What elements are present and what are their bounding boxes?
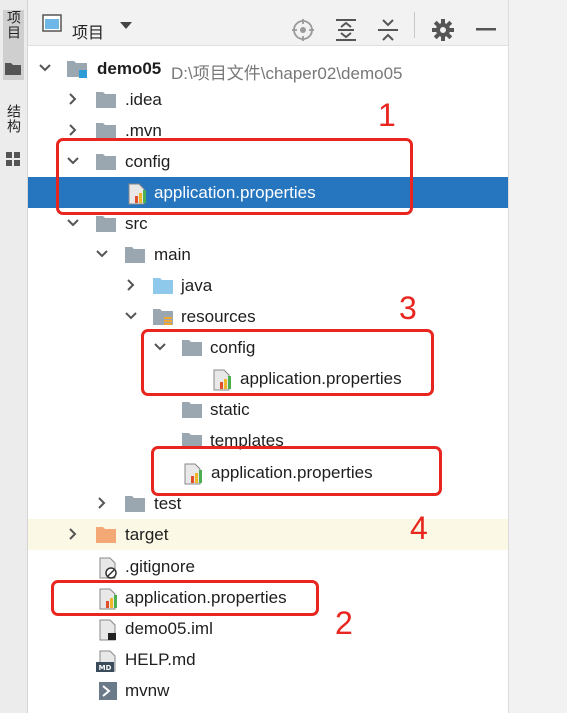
window-icon[interactable]: [42, 14, 62, 32]
source-folder-icon: [153, 278, 173, 294]
chevron-right-icon[interactable]: [66, 123, 80, 137]
folder-icon: [125, 247, 145, 263]
shell-script-icon: [99, 682, 117, 700]
project-tab-label: 项目: [6, 10, 22, 40]
module-folder-icon: [67, 61, 87, 78]
resources-folder-icon: [153, 309, 173, 325]
annotation-number-4: 4: [410, 510, 428, 546]
structure-tab-label: 结构: [6, 104, 22, 134]
tree-row[interactable]: MD HELP.md: [28, 644, 508, 675]
tree-item-label: java: [181, 276, 213, 295]
folder-icon: [96, 92, 116, 108]
dropdown-icon[interactable]: [120, 22, 132, 30]
chevron-down-icon[interactable]: [66, 216, 80, 230]
structure-tool-tab[interactable]: 结构: [3, 104, 24, 174]
tree-item-label: static: [210, 400, 250, 419]
tree-row[interactable]: target: [28, 519, 508, 550]
tree-item-label: .idea: [125, 90, 162, 109]
tree-row[interactable]: resources: [28, 301, 508, 332]
folder-icon: [125, 496, 145, 512]
tree-item-label: test: [154, 494, 182, 513]
tree-row[interactable]: .idea: [28, 84, 508, 115]
chevron-down-icon[interactable]: [124, 309, 138, 323]
tree-item-label: src: [125, 214, 148, 233]
collapse-all-icon[interactable]: [378, 19, 398, 41]
markdown-file-icon: MD: [96, 650, 116, 672]
chevron-right-icon[interactable]: [124, 278, 138, 292]
locate-icon[interactable]: [292, 19, 314, 41]
tree-row[interactable]: main: [28, 239, 508, 270]
annotation-box-2: [51, 580, 319, 616]
folder-icon: [96, 216, 116, 232]
tree-row[interactable]: java: [28, 270, 508, 301]
tree-row[interactable]: .gitignore: [28, 551, 508, 582]
tree-item-label: .gitignore: [125, 557, 195, 576]
chevron-down-icon[interactable]: [95, 247, 109, 261]
excluded-folder-icon: [96, 527, 116, 543]
structure-icon: [6, 152, 20, 166]
annotation-number-3: 3: [399, 290, 417, 326]
tree-row[interactable]: demo05.iml: [28, 613, 508, 644]
tree-item-label: HELP.md: [125, 650, 196, 669]
iml-file-icon: [99, 619, 116, 641]
folder-icon: [182, 402, 202, 418]
project-toolbar: 项目: [28, 0, 508, 46]
annotation-box-1: [56, 138, 413, 215]
ignore-file-icon: [99, 557, 117, 579]
tree-row-root[interactable]: demo05 D:\项目文件\chaper02\demo05: [28, 53, 508, 84]
folder-icon: [5, 63, 21, 75]
root-name: demo05: [97, 59, 162, 78]
toolbar-divider: [414, 12, 415, 38]
tree-item-label: resources: [181, 307, 256, 326]
expand-all-icon[interactable]: [336, 19, 356, 41]
root-path: D:\项目文件\chaper02\demo05: [171, 64, 403, 83]
tree-item-label: main: [154, 245, 191, 264]
project-tool-tab[interactable]: 项目: [3, 10, 24, 80]
tree-item-label: demo05.iml: [125, 619, 213, 638]
svg-text:MD: MD: [99, 664, 112, 672]
chevron-down-icon[interactable]: [38, 61, 52, 75]
tree-row[interactable]: mvnw: [28, 675, 508, 706]
tree-row[interactable]: static: [28, 394, 508, 425]
annotation-number-2: 2: [335, 605, 353, 641]
chevron-right-icon[interactable]: [95, 496, 109, 510]
tree-item-label: mvnw: [125, 681, 170, 700]
chevron-right-icon[interactable]: [66, 92, 80, 106]
minimize-icon[interactable]: [476, 28, 496, 32]
toolbar-title: 项目: [72, 25, 105, 42]
annotation-box-3: [141, 329, 434, 396]
tree-item-label: target: [125, 525, 169, 544]
chevron-right-icon[interactable]: [66, 527, 80, 541]
gear-icon[interactable]: [432, 19, 454, 41]
annotation-number-1: 1: [378, 97, 396, 133]
right-gutter: [508, 0, 567, 713]
left-tool-strip: 项目 结构: [0, 0, 28, 713]
annotation-box-4: [151, 446, 442, 496]
